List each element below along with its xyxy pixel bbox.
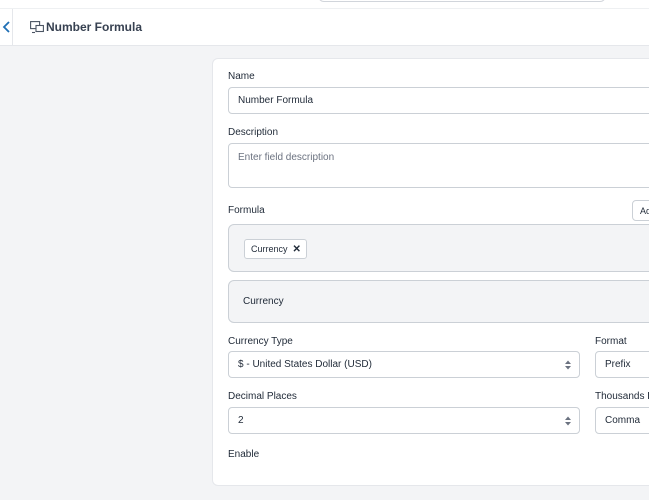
description-label: Description	[228, 127, 279, 138]
formula-field-icon	[30, 21, 44, 34]
format-label: Format	[595, 336, 627, 347]
name-input[interactable]: Number Formula	[228, 87, 649, 114]
chevron-left-icon	[2, 21, 10, 33]
description-textarea[interactable]: Enter field description	[228, 143, 649, 188]
formula-preview-text: Currency	[243, 296, 284, 307]
chip-label: Currency	[251, 244, 288, 254]
page-title: Number Formula	[46, 20, 143, 34]
thousands-select[interactable]: Comma	[595, 407, 649, 434]
select-arrows-icon	[565, 416, 571, 426]
enable-label: Enable	[228, 449, 260, 460]
formula-label: Formula	[228, 205, 265, 216]
select-arrows-icon	[565, 360, 571, 370]
formula-chip-currency[interactable]: Currency ✕	[244, 239, 307, 259]
formula-editor[interactable]: Currency ✕	[228, 224, 649, 272]
name-label: Name	[228, 71, 255, 82]
decimal-places-label: Decimal Places	[228, 391, 297, 402]
decimal-places-select[interactable]: 2	[228, 407, 580, 434]
thousands-label: Thousands D	[595, 391, 649, 402]
add-formula-button[interactable]: Ad	[632, 200, 649, 221]
search-input[interactable]	[318, 0, 606, 2]
top-bar	[0, 0, 649, 8]
header-divider	[12, 9, 13, 46]
thousands-value: Comma	[605, 415, 641, 426]
page-header: Number Formula	[0, 8, 649, 46]
decimal-places-value: 2	[238, 415, 244, 426]
back-button[interactable]	[0, 16, 12, 38]
formula-preview: Currency	[228, 280, 649, 323]
currency-type-select[interactable]: $ - United States Dollar (USD)	[228, 351, 580, 378]
close-icon[interactable]: ✕	[293, 244, 301, 255]
currency-type-value: $ - United States Dollar (USD)	[238, 359, 372, 370]
format-value: Prefix	[605, 359, 631, 370]
currency-type-label: Currency Type	[228, 336, 293, 347]
format-select[interactable]: Prefix	[595, 351, 649, 378]
